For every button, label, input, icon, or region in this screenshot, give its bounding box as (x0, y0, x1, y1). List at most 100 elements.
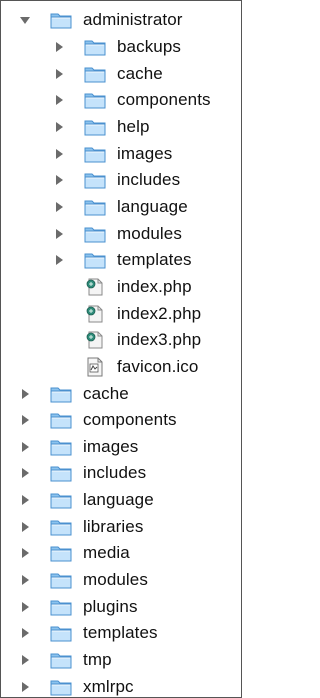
tree-item-label: index3.php (117, 330, 202, 350)
disclosure-triangle-collapsed-icon[interactable] (19, 494, 31, 506)
disclosure-triangle-collapsed-icon[interactable] (19, 547, 31, 559)
folder-icon (49, 463, 73, 483)
folder-icon (83, 90, 107, 110)
tree-item-label: backups (117, 36, 182, 56)
disclosure-triangle-collapsed-icon[interactable] (53, 94, 65, 106)
tree-item-label: components (117, 90, 211, 110)
tree-folder-row[interactable]: modules (1, 567, 241, 594)
tree-file-row[interactable]: index2.php (1, 300, 241, 327)
folder-icon (83, 224, 107, 244)
folder-icon (49, 10, 73, 30)
tree-item-label: help (117, 116, 150, 136)
tree-folder-row[interactable]: xmlrpc (1, 673, 241, 697)
tree-item-label: modules (117, 223, 182, 243)
disclosure-triangle-collapsed-icon[interactable] (19, 414, 31, 426)
tree-folder-row[interactable]: language (1, 194, 241, 221)
disclosure-triangle-collapsed-icon[interactable] (19, 388, 31, 400)
disclosure-triangle-expanded-icon[interactable] (19, 14, 31, 26)
disclosure-triangle-collapsed-icon[interactable] (19, 627, 31, 639)
tree-item-label: includes (117, 170, 181, 190)
php-file-icon (83, 330, 107, 350)
tree-folder-row[interactable]: plugins (1, 593, 241, 620)
disclosure-triangle-collapsed-icon[interactable] (53, 254, 65, 266)
tree-item-label: includes (83, 463, 147, 483)
folder-icon (83, 37, 107, 57)
tree-folder-row[interactable]: templates (1, 620, 241, 647)
disclosure-triangle-collapsed-icon[interactable] (19, 521, 31, 533)
disclosure-triangle-collapsed-icon[interactable] (19, 441, 31, 453)
tree-item-label: components (83, 410, 177, 430)
tree-item-label: administrator (83, 10, 183, 30)
tree-item-label: language (117, 196, 188, 216)
folder-icon (49, 650, 73, 670)
tree-folder-row[interactable]: language (1, 487, 241, 514)
tree-item-label: cache (117, 63, 163, 83)
php-file-icon (83, 304, 107, 324)
folder-icon (49, 570, 73, 590)
tree-folder-row[interactable]: backups (1, 34, 241, 61)
folder-icon (83, 170, 107, 190)
tree-item-label: images (117, 143, 173, 163)
tree-folder-row[interactable]: cache (1, 60, 241, 87)
folder-icon (83, 117, 107, 137)
tree-folder-row[interactable]: modules (1, 220, 241, 247)
tree-folder-row[interactable]: media (1, 540, 241, 567)
tree-folder-row[interactable]: templates (1, 247, 241, 274)
folder-icon (49, 490, 73, 510)
tree-folder-row[interactable]: includes (1, 460, 241, 487)
tree-folder-row[interactable]: components (1, 87, 241, 114)
folder-icon (49, 543, 73, 563)
disclosure-triangle-collapsed-icon[interactable] (53, 41, 65, 53)
disclosure-triangle-collapsed-icon[interactable] (53, 201, 65, 213)
folder-icon (49, 410, 73, 430)
folder-icon (49, 437, 73, 457)
tree-item-label: media (83, 543, 130, 563)
tree-folder-row[interactable]: help (1, 114, 241, 141)
folder-icon (49, 384, 73, 404)
disclosure-triangle-collapsed-icon[interactable] (53, 174, 65, 186)
disclosure-triangle-collapsed-icon[interactable] (19, 467, 31, 479)
disclosure-triangle-collapsed-icon[interactable] (53, 148, 65, 160)
folder-icon (49, 677, 73, 697)
ico-file-icon (83, 357, 107, 377)
tree-folder-row[interactable]: images (1, 140, 241, 167)
tree-item-label: language (83, 490, 154, 510)
tree-item-label: templates (83, 623, 158, 643)
disclosure-triangle-collapsed-icon[interactable] (53, 68, 65, 80)
tree-folder-row[interactable]: libraries (1, 513, 241, 540)
tree-item-label: cache (83, 383, 129, 403)
folder-icon (49, 623, 73, 643)
tree-item-label: xmlrpc (83, 676, 134, 696)
folder-icon (83, 250, 107, 270)
tree-item-label: templates (117, 250, 192, 270)
disclosure-triangle-collapsed-icon[interactable] (19, 681, 31, 693)
tree-folder-row[interactable]: includes (1, 167, 241, 194)
tree-folder-row[interactable]: administrator (1, 7, 241, 34)
disclosure-triangle-collapsed-icon[interactable] (19, 574, 31, 586)
tree-item-label: modules (83, 570, 148, 590)
disclosure-triangle-collapsed-icon[interactable] (19, 654, 31, 666)
disclosure-triangle-collapsed-icon[interactable] (19, 601, 31, 613)
file-tree-panel: administrator backups cache components h… (0, 0, 242, 698)
folder-icon (83, 197, 107, 217)
disclosure-triangle-collapsed-icon[interactable] (53, 228, 65, 240)
tree-file-row[interactable]: index.php (1, 274, 241, 301)
tree-folder-row[interactable]: components (1, 407, 241, 434)
tree-item-label: index.php (117, 276, 192, 296)
php-file-icon (83, 277, 107, 297)
tree-item-label: tmp (83, 650, 112, 670)
tree-folder-row[interactable]: images (1, 434, 241, 461)
disclosure-triangle-collapsed-icon[interactable] (53, 121, 65, 133)
tree-item-label: libraries (83, 516, 144, 536)
tree-item-label: plugins (83, 596, 138, 616)
folder-icon (83, 64, 107, 84)
folder-icon (49, 517, 73, 537)
tree-folder-row[interactable]: tmp (1, 647, 241, 674)
tree-file-row[interactable]: index3.php (1, 327, 241, 354)
tree-item-label: images (83, 436, 139, 456)
tree-item-label: index2.php (117, 303, 202, 323)
file-tree: administrator backups cache components h… (1, 7, 241, 697)
tree-file-row[interactable]: favicon.ico (1, 354, 241, 381)
folder-icon (49, 597, 73, 617)
tree-folder-row[interactable]: cache (1, 380, 241, 407)
